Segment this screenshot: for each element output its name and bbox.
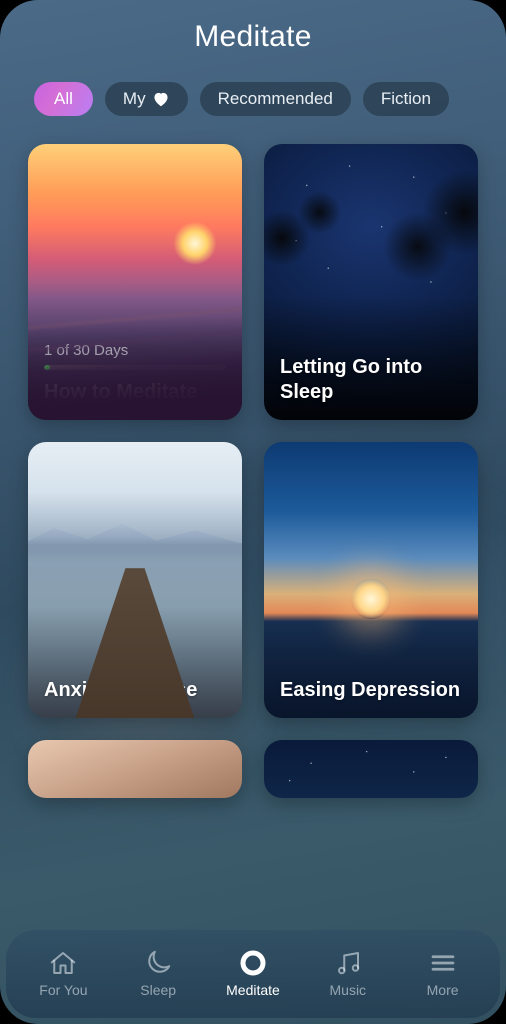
card-partial-5[interactable] (264, 740, 478, 798)
circle-icon (238, 948, 268, 978)
nav-item-meditate[interactable]: Meditate (206, 948, 301, 998)
card-grid[interactable]: 1 of 30 Days How to Meditate Letting Go in… (0, 126, 506, 1024)
home-icon (48, 948, 78, 978)
filter-chip-all[interactable]: All (34, 82, 93, 116)
moon-icon (143, 948, 173, 978)
nav-label: For You (39, 982, 87, 998)
chip-label: Fiction (381, 89, 431, 109)
progress-bar (44, 365, 226, 370)
card-title: Easing Depression (280, 678, 462, 702)
app-screen: Meditate All My Recommended Fiction 1 of 30… (0, 0, 506, 1024)
nav-label: More (427, 982, 459, 998)
header: Meditate (0, 0, 506, 64)
card-title: How to Meditate (44, 380, 226, 404)
content-area: Meditate All My Recommended Fiction 1 of 30… (0, 0, 506, 1024)
card-letting-go-into-sleep[interactable]: Letting Go into Sleep (264, 144, 478, 420)
chip-label: All (54, 89, 73, 109)
filter-chip-row[interactable]: All My Recommended Fiction (0, 64, 506, 126)
filter-chip-fiction[interactable]: Fiction (363, 82, 449, 116)
bottom-nav[interactable]: For You Sleep Meditate Music More (6, 930, 500, 1018)
card-title: Letting Go into Sleep (280, 355, 462, 404)
nav-item-sleep[interactable]: Sleep (111, 948, 206, 998)
nav-item-more[interactable]: More (395, 948, 490, 998)
card-label-area: Anxiety Release (28, 664, 242, 718)
card-easing-depression[interactable]: Easing Depression (264, 442, 478, 718)
nav-label: Sleep (140, 982, 176, 998)
nav-item-music[interactable]: Music (300, 948, 395, 998)
card-title: Anxiety Release (44, 678, 226, 702)
filter-chip-my[interactable]: My (105, 82, 188, 116)
card-label-area: Letting Go into Sleep (264, 341, 478, 420)
progress-fill (44, 365, 50, 370)
chip-label: My (123, 89, 146, 109)
nav-item-for-you[interactable]: For You (16, 948, 111, 998)
heart-icon (152, 91, 170, 107)
card-anxiety-release[interactable]: Anxiety Release (28, 442, 242, 718)
card-label-area: Easing Depression (264, 664, 478, 718)
card-how-to-meditate[interactable]: 1 of 30 Days How to Meditate (28, 144, 242, 420)
nav-label: Meditate (226, 982, 280, 998)
card-partial-4[interactable] (28, 740, 242, 798)
chip-label: Recommended (218, 89, 333, 109)
menu-icon (428, 948, 458, 978)
page-title: Meditate (0, 20, 506, 54)
card-label-area: 1 of 30 Days How to Meditate (28, 328, 242, 420)
filter-chip-recommended[interactable]: Recommended (200, 82, 351, 116)
nav-label: Music (330, 982, 367, 998)
music-icon (333, 948, 363, 978)
progress-caption: 1 of 30 Days (44, 342, 226, 359)
